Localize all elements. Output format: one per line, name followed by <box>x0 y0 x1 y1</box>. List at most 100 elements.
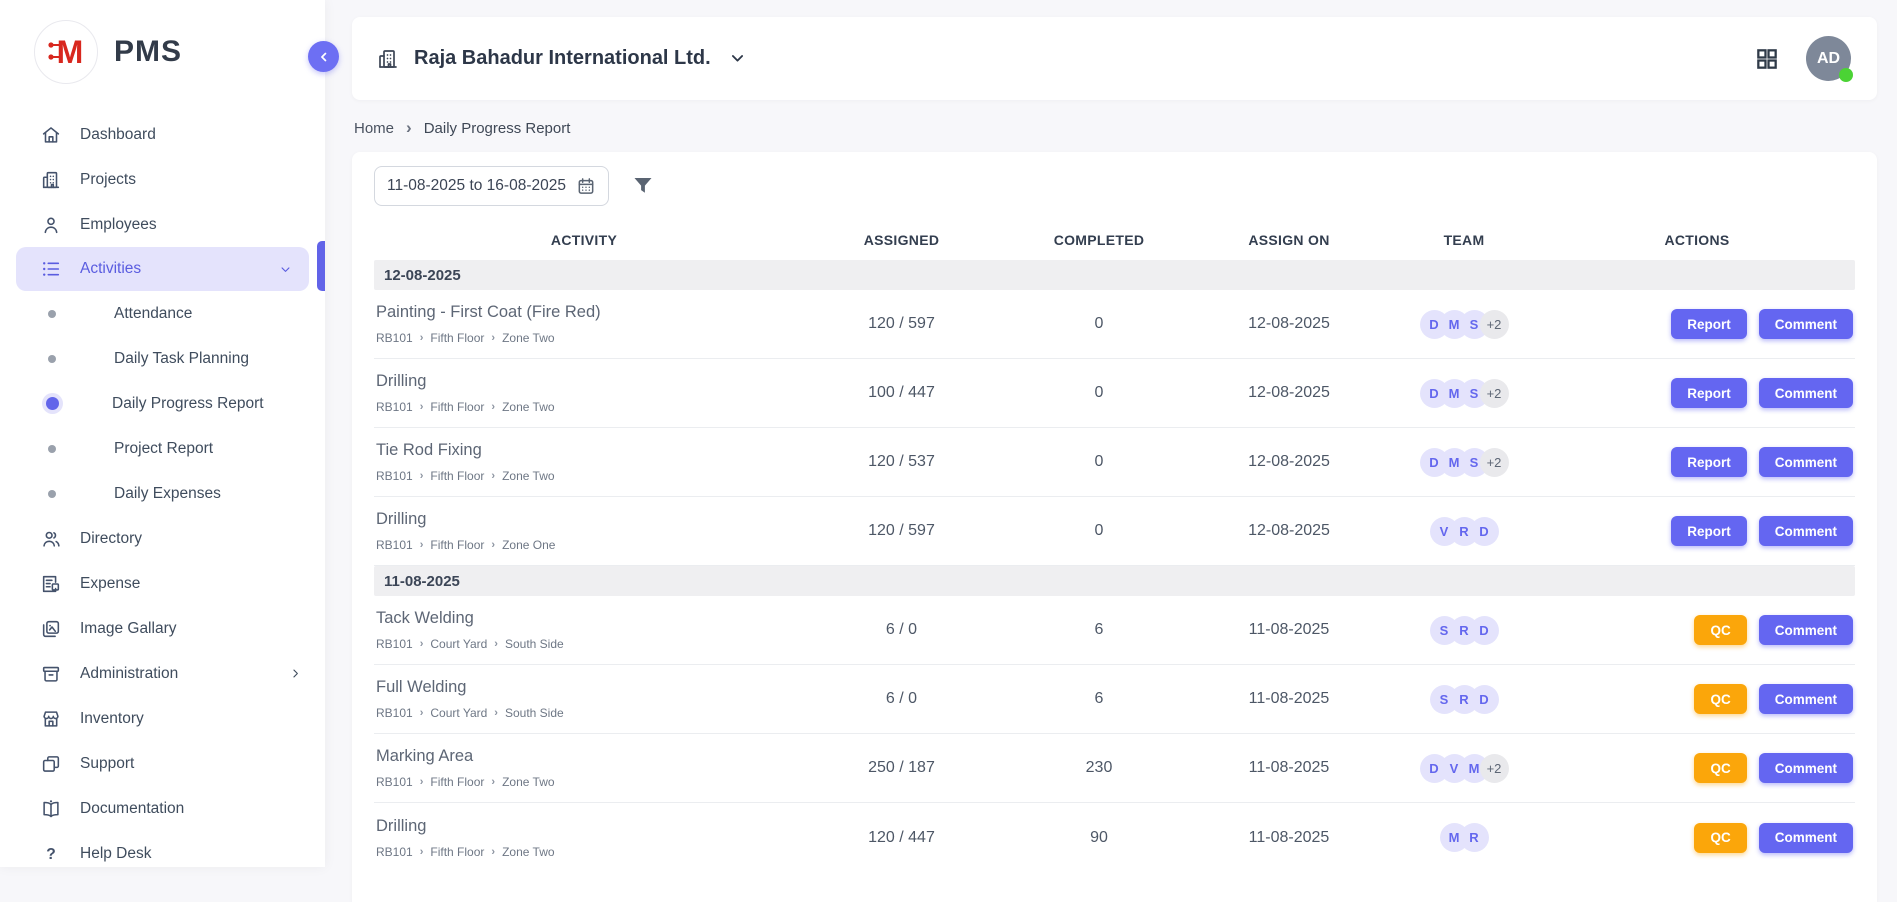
chevron-right-icon: › <box>420 539 424 551</box>
activity-path: RB101›Fifth Floor›Zone One <box>376 538 794 552</box>
date-range-input[interactable]: 11-08-2025 to 16-08-2025 <box>374 166 609 206</box>
assign-on-value: 11-08-2025 <box>1189 829 1389 847</box>
team-cell: DMS+2 <box>1389 448 1539 477</box>
sidebar-item-label: Documentation <box>80 800 184 818</box>
chevron-right-icon: › <box>420 638 424 650</box>
team-avatar-overflow[interactable]: +2 <box>1480 379 1509 408</box>
completed-value: 0 <box>1009 315 1189 333</box>
top-bar: Raja Bahadur International Ltd. AD <box>352 17 1877 100</box>
activity-title: Drilling <box>376 817 794 836</box>
svg-text:?: ? <box>46 846 56 863</box>
table-row: Tack WeldingRB101›Court Yard›South Side6… <box>374 596 1855 665</box>
qc-button[interactable]: QC <box>1694 823 1746 853</box>
sidebar-item-dashboard[interactable]: Dashboard <box>0 112 325 157</box>
activity-title: Drilling <box>376 510 794 529</box>
assigned-value: 120 / 597 <box>794 522 1009 540</box>
table-row: Full WeldingRB101›Court Yard›South Side6… <box>374 665 1855 734</box>
qc-button[interactable]: QC <box>1694 615 1746 645</box>
store-icon <box>40 708 62 730</box>
building-icon <box>40 169 62 191</box>
report-button[interactable]: Report <box>1671 309 1747 339</box>
actions-cell: Report Comment <box>1539 378 1855 408</box>
comment-button[interactable]: Comment <box>1759 753 1853 783</box>
brand-title: PMS <box>114 35 182 69</box>
company-selector[interactable]: Raja Bahadur International Ltd. <box>376 47 746 71</box>
sidebar-item-daily-progress-report[interactable]: Daily Progress Report <box>0 381 325 426</box>
team-cell: DMS+2 <box>1389 379 1539 408</box>
breadcrumb: Home › Daily Progress Report <box>354 120 1877 137</box>
comment-button[interactable]: Comment <box>1759 684 1853 714</box>
sidebar-item-label: Project Report <box>114 440 213 458</box>
archive-icon <box>40 663 62 685</box>
sidebar-item-documentation[interactable]: Documentation <box>0 786 325 831</box>
actions-cell: QC Comment <box>1539 753 1855 783</box>
team-avatar-overflow[interactable]: +2 <box>1480 448 1509 477</box>
date-range-value: 11-08-2025 to 16-08-2025 <box>387 177 566 195</box>
breadcrumb-home[interactable]: Home <box>354 120 394 137</box>
bullet-icon <box>48 445 56 453</box>
apps-grid-icon[interactable] <box>1754 46 1780 72</box>
activity-title: Marking Area <box>376 747 794 766</box>
completed-value: 0 <box>1009 384 1189 402</box>
sidebar-item-administration[interactable]: Administration <box>0 651 325 696</box>
bullet-icon <box>46 397 59 410</box>
sidebar-item-daily-task-planning[interactable]: Daily Task Planning <box>0 336 325 381</box>
sidebar-item-image-gallary[interactable]: Image Gallary <box>0 606 325 651</box>
sidebar-nav: DashboardProjects Employees Activities Atte… <box>0 112 325 876</box>
qc-button[interactable]: QC <box>1694 684 1746 714</box>
sidebar-item-directory[interactable]: Directory <box>0 516 325 561</box>
sidebar-item-employees[interactable]: Employees <box>0 202 325 247</box>
sidebar-item-daily-expenses[interactable]: Daily Expenses <box>0 471 325 516</box>
comment-button[interactable]: Comment <box>1759 615 1853 645</box>
sidebar-item-help-desk[interactable]: ?Help Desk <box>0 831 325 876</box>
comment-button[interactable]: Comment <box>1759 378 1853 408</box>
calendar-icon[interactable] <box>576 176 596 196</box>
sidebar-item-label: Employees <box>80 216 157 234</box>
sidebar-item-label: Inventory <box>80 710 144 728</box>
report-card: 11-08-2025 to 16-08-2025 ACTIVITYASSIGNE… <box>352 152 1877 902</box>
completed-value: 0 <box>1009 522 1189 540</box>
sidebar-collapse-button[interactable] <box>308 41 339 72</box>
sidebar-item-support[interactable]: Support <box>0 741 325 786</box>
qc-button[interactable]: QC <box>1694 753 1746 783</box>
team-avatar-overflow[interactable]: +2 <box>1480 310 1509 339</box>
comment-button[interactable]: Comment <box>1759 823 1853 853</box>
comment-button[interactable]: Comment <box>1759 309 1853 339</box>
chevron-right-icon: › <box>406 119 412 136</box>
column-header-activity: ACTIVITY <box>374 232 794 248</box>
report-button[interactable]: Report <box>1671 516 1747 546</box>
chevron-right-icon: › <box>494 638 498 650</box>
chevron-right-icon: › <box>491 776 495 788</box>
table-row: Marking AreaRB101›Fifth Floor›Zone Two25… <box>374 734 1855 803</box>
sidebar-item-attendance[interactable]: Attendance <box>0 291 325 336</box>
column-header-assign-on: ASSIGN ON <box>1189 232 1389 248</box>
chevron-left-icon <box>317 50 331 64</box>
assign-on-value: 12-08-2025 <box>1189 453 1389 471</box>
filter-icon[interactable] <box>631 174 655 198</box>
comment-button[interactable]: Comment <box>1759 516 1853 546</box>
activity-path: RB101›Fifth Floor›Zone Two <box>376 469 794 483</box>
activity-title: Tack Welding <box>376 609 794 628</box>
table-row: DrillingRB101›Fifth Floor›Zone Two120 / … <box>374 803 1855 872</box>
sidebar-item-activities[interactable]: Activities <box>16 247 309 291</box>
sidebar-item-label: Image Gallary <box>80 620 176 638</box>
sidebar-item-project-report[interactable]: Project Report <box>0 426 325 471</box>
assign-on-value: 11-08-2025 <box>1189 621 1389 639</box>
comment-button[interactable]: Comment <box>1759 447 1853 477</box>
column-header-completed: COMPLETED <box>1009 232 1189 248</box>
assign-on-value: 12-08-2025 <box>1189 522 1389 540</box>
team-avatar-overflow[interactable]: +2 <box>1480 754 1509 783</box>
chevron-right-icon: › <box>420 332 424 344</box>
sidebar-item-inventory[interactable]: Inventory <box>0 696 325 741</box>
sidebar-item-expense[interactable]: Expense <box>0 561 325 606</box>
sidebar-item-projects[interactable]: Projects <box>0 157 325 202</box>
sidebar-item-label: Activities <box>80 260 141 278</box>
actions-cell: QC Comment <box>1539 823 1855 853</box>
team-cell: DMS+2 <box>1389 310 1539 339</box>
actions-cell: QC Comment <box>1539 615 1855 645</box>
progress-table: ACTIVITYASSIGNEDCOMPLETEDASSIGN ONTEAMAC… <box>374 220 1855 872</box>
report-button[interactable]: Report <box>1671 378 1747 408</box>
company-building-icon <box>376 47 400 71</box>
report-button[interactable]: Report <box>1671 447 1747 477</box>
user-menu[interactable]: AD <box>1806 36 1851 81</box>
